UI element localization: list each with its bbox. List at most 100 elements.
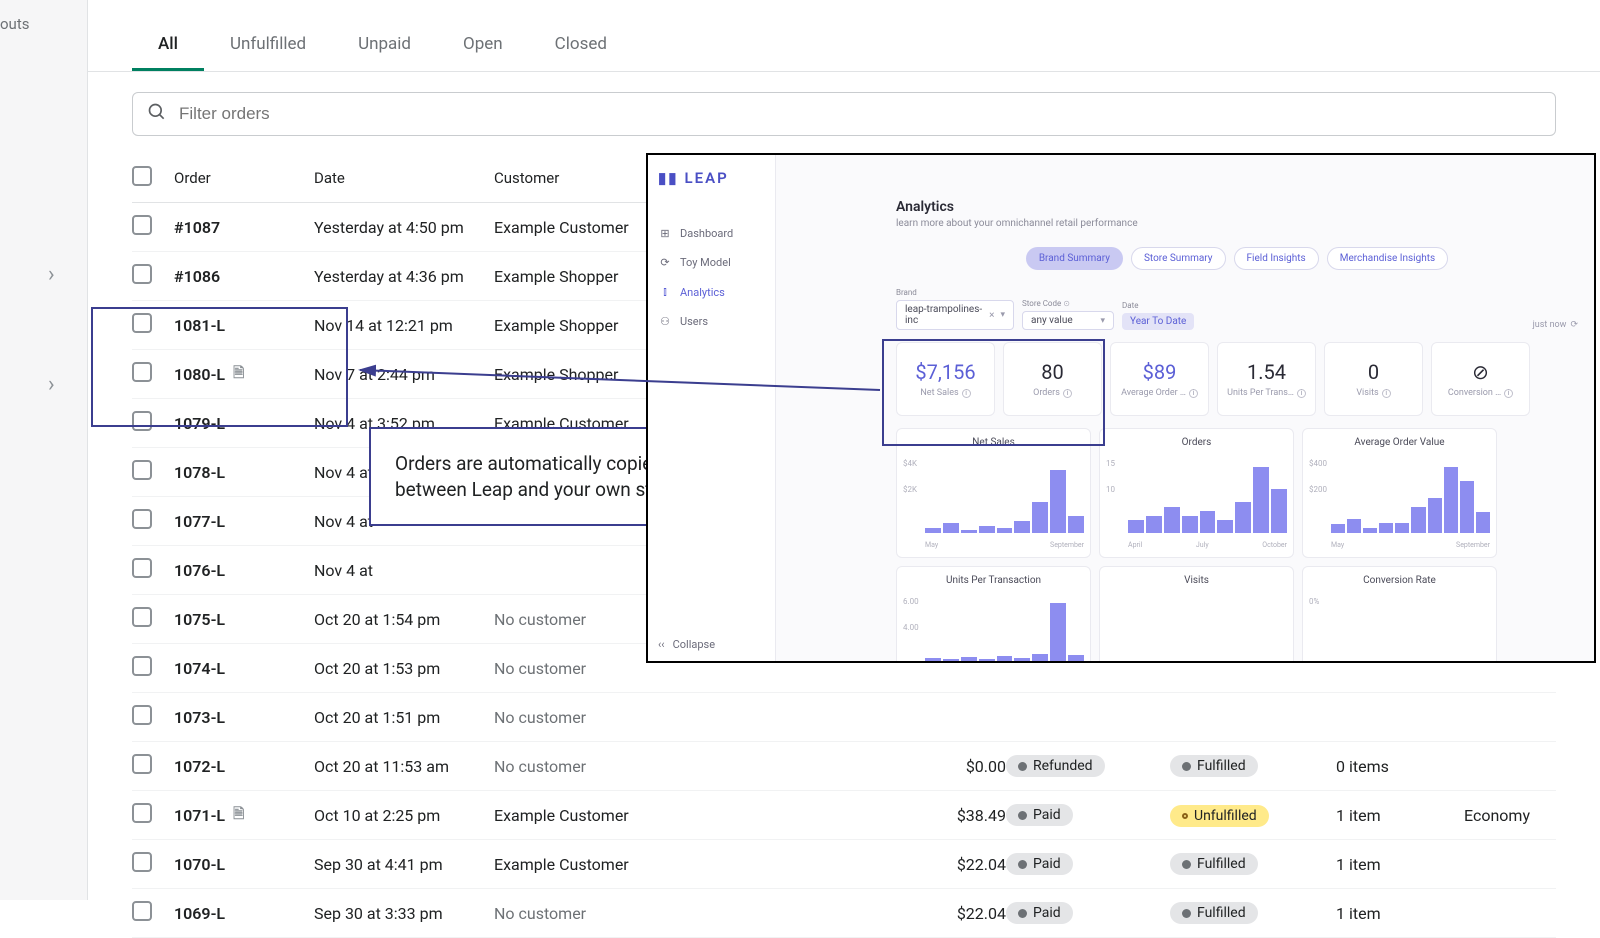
chart-card[interactable]: Units Per Transaction 6.00 4.00 [896,566,1091,663]
kpi-card[interactable]: $89 Average Order … i [1110,342,1209,416]
nav-icon: ⟳ [658,256,672,269]
table-row[interactable]: 1073-L Oct 20 at 1:51 pm No customer [132,693,1556,742]
cell-order-id: 1071-L🗎 [174,803,314,827]
table-row[interactable]: 1072-L Oct 20 at 11:53 am No customer$0.… [132,742,1556,791]
search-bar[interactable] [132,92,1556,136]
fulfillment-badge: Fulfilled [1170,853,1258,875]
col-order[interactable]: Order [174,169,314,187]
chart-bars [1331,599,1490,663]
row-checkbox[interactable] [132,901,152,921]
cell-date: Oct 20 at 1:54 pm [314,610,494,629]
y-tick: $400 [1309,459,1327,468]
kpi-card[interactable]: 0 Visits i [1324,342,1423,416]
cell-payment: Refunded [1006,755,1170,777]
cell-order-id: 1076-L [174,561,314,580]
tab-open[interactable]: Open [437,20,529,71]
row-checkbox[interactable] [132,803,152,823]
tab-merchandise-insights[interactable]: Merchandise Insights [1327,247,1448,270]
cell-items: 0 items [1336,757,1464,776]
row-checkbox[interactable] [132,558,152,578]
row-checkbox[interactable] [132,754,152,774]
collapse-button[interactable]: ‹‹ Collapse [658,638,715,651]
tab-field-insights[interactable]: Field Insights [1234,247,1319,270]
refresh-icon[interactable]: ⟳ [1570,320,1578,330]
tab-store-summary[interactable]: Store Summary [1131,247,1226,270]
filter-brand-chip[interactable]: leap-trampolines-inc × ▾ [896,300,1014,330]
filter-brand-value: leap-trampolines-inc [905,304,983,326]
chart-card[interactable]: Average Order Value $400 $200 MaySeptemb… [1302,428,1497,558]
row-checkbox[interactable] [132,705,152,725]
row-checkbox[interactable] [132,656,152,676]
cell-order-id: #1087 [174,218,314,237]
filter-date-chip[interactable]: Year To Date [1122,313,1194,330]
chevron-right-icon[interactable]: › [48,372,55,397]
info-icon[interactable]: i [1504,389,1513,398]
nav-icon: ⚇ [658,315,672,328]
analytics-title: Analytics [896,199,1578,215]
kpi-value: $89 [1143,360,1177,384]
tab-unpaid[interactable]: Unpaid [332,20,437,71]
y-tick: 15 [1106,459,1115,468]
leap-nav-item[interactable]: ⫾Analytics [648,277,775,307]
table-row[interactable]: 1070-L Sep 30 at 4:41 pm Example Custome… [132,840,1556,889]
row-checkbox[interactable] [132,509,152,529]
cell-total: $38.49 [914,806,1006,825]
cell-date: Oct 20 at 1:51 pm [314,708,494,727]
table-row[interactable]: 1071-L🗎 Oct 10 at 2:25 pm Example Custom… [132,791,1556,840]
chevron-down-icon: ▾ [1000,310,1005,320]
leap-nav-item[interactable]: ⚇ Users [648,307,775,336]
chevron-right-icon[interactable]: › [48,262,55,287]
cell-items: 1 item [1336,806,1464,825]
leap-nav-item[interactable]: ⟳Toy Model [648,248,775,277]
close-icon[interactable]: × [989,310,994,321]
cell-order-id: 1072-L [174,757,314,776]
row-checkbox[interactable] [132,460,152,480]
filter-brand: Brand leap-trampolines-inc × ▾ [896,288,1014,330]
table-row[interactable]: 1069-L Sep 30 at 3:33 pm No customer$22.… [132,889,1556,938]
col-date[interactable]: Date [314,169,494,187]
analytics-subtitle: learn more about your omnichannel retail… [896,218,1578,229]
x-labels: MaySeptember [1331,541,1490,549]
search-input[interactable] [179,104,1541,124]
cell-date: Sep 30 at 3:33 pm [314,904,494,923]
chart-card[interactable]: Net Sales $4K $2K MaySeptember [896,428,1091,558]
kpi-card[interactable]: ⊘ Conversion … i [1431,342,1530,416]
nav-label: Analytics [680,286,725,299]
cell-total: $22.04 [914,904,1006,923]
kpi-card[interactable]: 1.54 Units Per Trans… i [1217,342,1316,416]
filter-store-chip[interactable]: any value ▾ [1022,311,1114,330]
chart-card[interactable]: Visits [1099,566,1294,663]
tab-unfulfilled[interactable]: Unfulfilled [204,20,332,71]
cell-items: 1 item [1336,904,1464,923]
row-checkbox[interactable] [132,215,152,235]
leap-sidebar: ▮▮ LEAP ⊞Dashboard⟳Toy Model⫾Analytics⚇U… [648,155,776,661]
kpi-value: 0 [1368,360,1379,384]
payment-badge: Paid [1006,853,1073,875]
select-all-checkbox[interactable] [132,166,152,186]
info-icon[interactable]: i [1382,389,1391,398]
row-checkbox[interactable] [132,607,152,627]
collapse-icon: ‹‹ [658,638,665,651]
row-checkbox[interactable] [132,852,152,872]
x-labels: MaySeptember [925,541,1084,549]
y-tick: 0% [1309,597,1319,606]
cell-payment: Paid [1006,902,1170,924]
cell-date: Oct 20 at 1:53 pm [314,659,494,678]
row-checkbox[interactable] [132,264,152,284]
y-tick: 6.00 [903,597,919,606]
chart-card[interactable]: Conversion Rate 0% [1302,566,1497,663]
info-icon[interactable]: i [1189,389,1198,398]
cell-date: Oct 10 at 2:25 pm [314,806,494,825]
tab-closed[interactable]: Closed [529,20,633,71]
tab-brand-summary[interactable]: Brand Summary [1026,247,1123,270]
order-tabs: All Unfulfilled Unpaid Open Closed [88,20,1600,72]
nav-label: Users [680,315,708,328]
payment-badge: Paid [1006,804,1073,826]
y-tick: $4K [903,459,917,468]
note-icon: 🗎 [233,803,244,827]
leap-nav-item[interactable]: ⊞Dashboard [648,219,775,248]
chart-card[interactable]: Orders 15 10 AprilJulyOctober [1099,428,1294,558]
info-icon[interactable]: i [1297,389,1306,398]
cell-payment: Paid [1006,853,1170,875]
tab-all[interactable]: All [132,20,204,71]
